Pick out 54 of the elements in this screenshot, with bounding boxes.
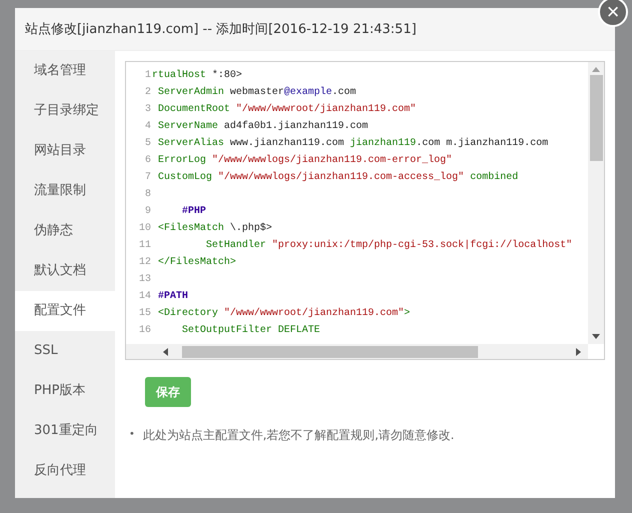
sidebar-item[interactable]: 默认文档 [15,251,115,291]
line-number: 15 [138,307,152,321]
line-number: 7 [144,171,152,185]
sidebar-item[interactable]: 流量限制 [15,171,115,211]
code-line: rtualHost *:80> [152,68,242,83]
sidebar-item[interactable]: PHP版本 [15,371,115,411]
line-number: 4 [144,120,152,134]
code-line: ServerAdmin webmaster@example.com [157,86,356,100]
scroll-right-icon[interactable] [576,348,582,356]
sidebar-item[interactable]: SSL [15,331,115,371]
hint-text: 此处为站点主配置文件,若您不了解配置规则,请勿随意修改. [142,427,454,443]
close-button[interactable]: × [598,0,628,27]
scroll-down-icon[interactable] [592,334,600,340]
code-line: ServerName ad4fa0b1.jianzhan119.com [157,120,368,134]
sidebar-item[interactable]: 伪静态 [15,211,115,251]
dialog-title: 站点修改[jianzhan119.com] -- 添加时间[2016-12-19 21:43:51] [25,21,416,38]
line-number: 11 [138,239,152,253]
code-line: </FilesMatch> [157,256,236,270]
scrollbar-thumb[interactable] [590,75,602,161]
scroll-up-icon[interactable] [592,66,600,72]
line-number: 16 [138,324,152,338]
code-line: ErrorLog "/www/wwwlogs/jianzhan119.com-error_log" [157,154,452,168]
code-line: #PATH [157,290,188,304]
line-number: 2 [144,86,152,100]
sidebar-item[interactable]: 网站目录 [15,131,115,171]
line-number: 1 [144,69,152,83]
line-number: 5 [144,137,152,151]
code-line: <FilesMatch \.php$> [157,222,272,236]
line-number: 6 [144,154,152,168]
bullet: • [129,428,135,442]
sidebar-item[interactable]: 反向代理 [15,451,115,491]
code-editor[interactable] [125,61,605,360]
sidebar-item[interactable]: 配置文件 [15,291,115,331]
code-line: SetHandler "proxy:unix:/tmp/php-cgi-53.sock|fcgi://localhost" [205,238,572,253]
line-number: 3 [144,103,152,117]
sidebar-item[interactable]: 子目录绑定 [15,91,115,131]
line-number: 12 [138,256,152,270]
line-number: 13 [138,273,152,287]
line-number: 8 [144,188,152,202]
code-line: <Directory "/www/wwwroot/jianzhan119.com"> [157,306,410,321]
scrollbar-thumb[interactable] [182,346,478,358]
line-number: 9 [144,205,152,219]
line-number: 10 [138,222,152,236]
code-line: #PHP [181,205,206,219]
line-number: 14 [138,290,152,304]
sidebar-item[interactable]: 域名管理 [15,51,115,91]
code-line: SetOutputFilter DEFLATE [181,324,320,338]
horizontal-scrollbar[interactable] [126,344,588,359]
code-line: DocumentRoot "/www/wwwroot/jianzhan119.com" [157,102,416,117]
code-line: ServerAlias www.jianzhan119.com jianzhan119.com m.jianzhan119.com [157,136,548,151]
vertical-scrollbar[interactable] [588,62,604,344]
sidebar-item[interactable]: 301重定向 [15,411,115,451]
scroll-left-icon[interactable] [162,348,168,356]
code-line: CustomLog "/www/wwwlogs/jianzhan119.com-access_log" combined [157,170,518,185]
